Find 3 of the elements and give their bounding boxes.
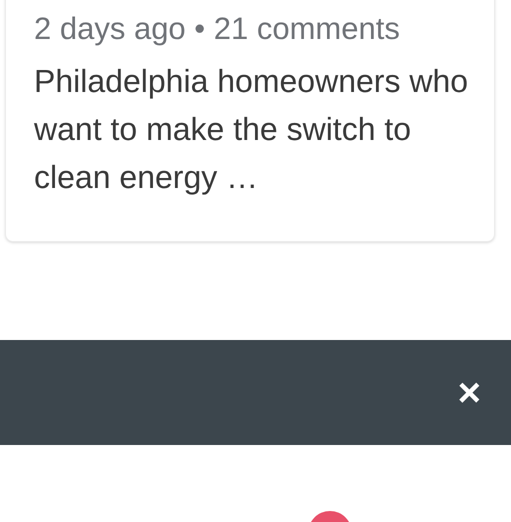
close-button[interactable]: ×	[458, 372, 481, 412]
post-meta: 2 days ago • 21 comments	[34, 10, 401, 48]
post-excerpt: Philadelphia homeowners who want to make the switch to clean energy …	[34, 62, 470, 197]
